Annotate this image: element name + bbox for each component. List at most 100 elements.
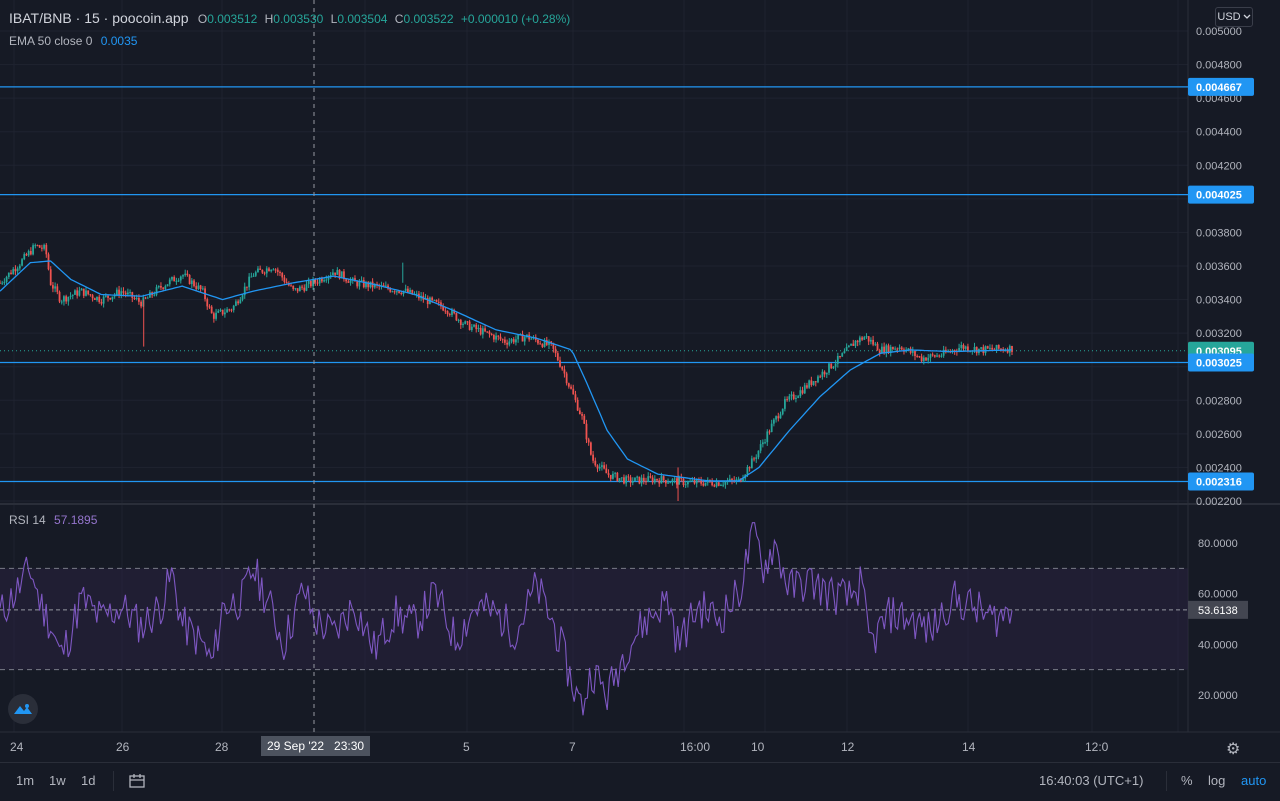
candle-body <box>464 321 467 324</box>
candle-body <box>938 355 941 357</box>
candle-body <box>305 284 308 291</box>
candle-body <box>887 345 890 353</box>
candle-body <box>576 399 579 411</box>
settings-gear-icon[interactable]: ⚙ <box>1226 739 1240 759</box>
candle-body <box>398 291 400 293</box>
candle-body <box>25 254 28 256</box>
candle-body <box>34 245 37 247</box>
candle-body <box>237 301 240 304</box>
candle-body <box>563 369 566 374</box>
candle-body <box>7 272 10 277</box>
candle-body <box>984 346 987 354</box>
candle-body <box>647 476 650 482</box>
candle-body <box>817 376 819 383</box>
candle-body <box>96 296 98 300</box>
candle-body <box>900 347 903 350</box>
symbol-label[interactable]: IBAT/BNB · 15 · poocoin.app <box>9 10 189 26</box>
chart-app: 0.005000 0.004800 0.004600 0.004400 0.004200… <box>0 0 1280 801</box>
candle-body <box>67 296 70 302</box>
open-label: O <box>197 12 208 26</box>
timeframe-1d-button[interactable]: 1d <box>81 773 95 788</box>
clock-label[interactable]: 16:40:03 (UTC+1) <box>1039 773 1143 788</box>
candle-body <box>861 337 863 340</box>
candle-body <box>334 272 337 275</box>
auto-toggle[interactable]: auto <box>1241 773 1266 788</box>
candle-body <box>863 337 866 340</box>
candle-body <box>556 353 559 361</box>
candle-body <box>585 423 588 440</box>
candle-body <box>779 414 782 419</box>
candle-body <box>658 480 661 484</box>
candle-body <box>662 476 665 481</box>
candle-body <box>71 294 74 296</box>
candle-body <box>691 480 694 482</box>
candle-body <box>102 296 105 304</box>
price-label-text: 0.004667 <box>1196 82 1242 94</box>
ema-legend[interactable]: EMA 50 close 0 0.0035 <box>9 34 137 48</box>
candle-body <box>612 473 614 479</box>
candle-body <box>164 286 167 289</box>
log-toggle[interactable]: log <box>1208 773 1225 788</box>
candle-body <box>486 331 489 333</box>
change-value: +0.000010 (+0.28%) <box>460 12 571 26</box>
candle-body <box>131 292 134 298</box>
candle-body <box>292 285 295 289</box>
candle-body <box>270 269 273 272</box>
time-tick-label: 12 <box>841 740 855 754</box>
currency-select[interactable]: USD <box>1215 7 1253 27</box>
candle-body <box>909 348 912 353</box>
candle-body <box>640 477 643 484</box>
candle-body <box>144 297 147 299</box>
timeframe-1m-button[interactable]: 1m <box>16 773 34 788</box>
candle-body <box>446 311 449 315</box>
candle-body <box>459 319 462 326</box>
candle-body <box>583 415 586 424</box>
candle-body <box>274 269 277 271</box>
candle-body <box>65 296 68 302</box>
candle-body <box>810 380 813 385</box>
candle-body <box>349 280 352 283</box>
candle-body <box>188 275 191 285</box>
candle-body <box>56 286 59 292</box>
candle-body <box>146 297 149 299</box>
candle-body <box>303 287 306 291</box>
candle-body <box>345 279 348 282</box>
candle-body <box>594 460 597 466</box>
candle-body <box>737 478 740 480</box>
candle-body <box>294 288 297 290</box>
percent-toggle[interactable]: % <box>1181 773 1193 788</box>
time-tick-label: 10 <box>751 740 765 754</box>
candle-body <box>91 295 94 299</box>
candle-body <box>208 306 211 308</box>
candle-body <box>660 476 663 484</box>
ema-label: EMA 50 close 0 <box>9 34 93 48</box>
candle-body <box>784 399 786 409</box>
candle-body <box>228 309 231 311</box>
rsi-value: 57.1895 <box>54 513 98 527</box>
candle-body <box>664 480 667 484</box>
candle-body <box>186 273 189 276</box>
tradingview-logo-icon[interactable] <box>8 694 38 724</box>
candle-body <box>766 431 769 443</box>
date-range-icon[interactable] <box>128 772 146 790</box>
candle-body <box>539 343 542 345</box>
timeframe-1w-button[interactable]: 1w <box>49 773 66 788</box>
candle-body <box>554 348 557 354</box>
chart-canvas[interactable]: 0.0050000.0048000.0046000.0044000.004200… <box>0 0 1280 762</box>
candle-body <box>184 273 187 276</box>
price-label-text: 0.004025 <box>1196 190 1242 202</box>
candle-body <box>997 344 1000 349</box>
candle-body <box>790 394 793 397</box>
candle-body <box>653 478 656 483</box>
candle-body <box>803 385 806 394</box>
candle-body <box>409 289 411 293</box>
candle-body <box>369 281 372 288</box>
candle-body <box>82 288 85 296</box>
rsi-legend[interactable]: RSI 14 57.1895 <box>9 513 97 527</box>
candle-body <box>499 336 502 340</box>
candle-body <box>898 347 901 350</box>
candle-body <box>629 477 632 483</box>
candle-body <box>750 458 753 469</box>
candle-body <box>973 346 976 351</box>
candle-body <box>825 372 828 375</box>
